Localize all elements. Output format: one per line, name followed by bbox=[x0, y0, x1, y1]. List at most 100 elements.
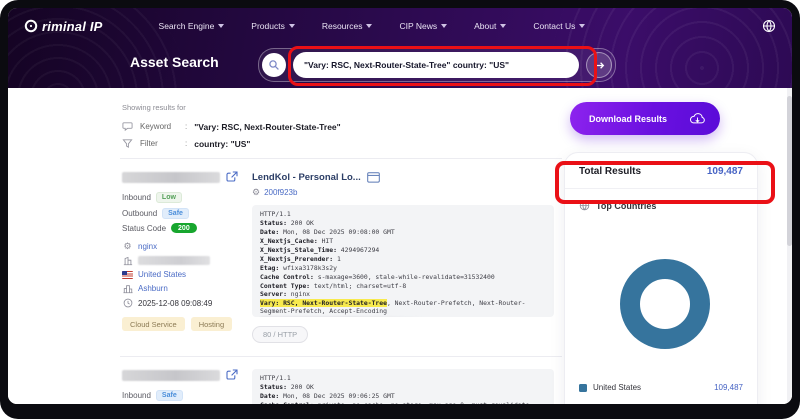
globe-icon bbox=[579, 200, 590, 211]
country-value[interactable]: United States bbox=[138, 270, 186, 279]
tag[interactable]: Hosting bbox=[191, 317, 232, 331]
chevron-down-icon bbox=[218, 24, 224, 28]
top-countries-heading: Top Countries bbox=[565, 189, 757, 211]
city-value[interactable]: Ashburn bbox=[138, 284, 168, 293]
http-header-line: Cache Control: private, no-cache, no-sto… bbox=[260, 402, 546, 404]
search-result-1: Inbound Low Outbound Safe Status Code 20… bbox=[120, 159, 562, 343]
city-icon bbox=[122, 284, 133, 294]
result-2-meta-column: Inbound Safe Outbound Safe Status Code 2… bbox=[120, 369, 252, 404]
total-results-label: Total Results bbox=[579, 166, 641, 177]
tag-list: Cloud Service Hosting bbox=[122, 317, 252, 331]
ip-address-redacted[interactable] bbox=[122, 370, 220, 381]
http-header-name: Status: bbox=[260, 383, 287, 391]
content: Showing results for Keyword : "Vary: RSC… bbox=[8, 88, 792, 404]
outbound-label: Outbound bbox=[122, 209, 157, 218]
nav-item-search-engine[interactable]: Search Engine bbox=[159, 21, 225, 31]
http-header-value: private, no-cache, no-store, max-age=0, … bbox=[314, 401, 529, 404]
external-link-icon[interactable] bbox=[226, 369, 238, 381]
brand-logo[interactable]: riminal IP bbox=[24, 19, 103, 34]
nav-item-about[interactable]: About bbox=[474, 21, 506, 31]
speech-bubble-icon bbox=[122, 121, 133, 132]
cloud-download-icon bbox=[689, 112, 706, 125]
city-row: Ashburn bbox=[122, 284, 252, 294]
chevron-down-icon bbox=[441, 24, 447, 28]
outbound-row: Outbound Safe bbox=[122, 208, 252, 219]
http-header-name: Server: bbox=[260, 290, 287, 298]
external-link-icon[interactable] bbox=[226, 171, 238, 183]
window-frame: riminal IP Search Engine Products Resource… bbox=[0, 0, 800, 419]
brand-logo-icon bbox=[24, 19, 38, 33]
http-header-value: Mon, 08 Dec 2025 09:06:25 GMT bbox=[279, 392, 394, 400]
http-banner-preview[interactable]: HTTP/1.1 Status: 200 OKDate: Mon, 08 Dec … bbox=[252, 205, 554, 317]
search-submit-button[interactable] bbox=[586, 52, 612, 78]
server-value[interactable]: nginx bbox=[138, 242, 157, 251]
status-code-row: Status Code 200 bbox=[122, 223, 252, 233]
result-2-detail-column: HTTP/1.1Status: 200 OKDate: Mon, 08 Dec … bbox=[252, 369, 562, 404]
organization-row bbox=[122, 256, 252, 266]
results-column: Showing results for Keyword : "Vary: RSC… bbox=[120, 103, 562, 404]
favicon-hash-value[interactable]: 200f923b bbox=[264, 188, 297, 197]
brand-logo-text: riminal IP bbox=[42, 19, 103, 34]
http-header-line: Server: nginx bbox=[260, 291, 546, 299]
legend-row-united-states[interactable]: United States 109,487 bbox=[579, 383, 743, 392]
http-header-name: Date: bbox=[260, 228, 279, 236]
filter-value: country: "US" bbox=[194, 139, 250, 149]
top-countries-donut-chart[interactable] bbox=[620, 259, 710, 349]
http-header-line: Status: 200 OK bbox=[260, 220, 546, 228]
showing-results-heading: Showing results for bbox=[122, 103, 562, 112]
nav-item-cip-news[interactable]: CIP News bbox=[399, 21, 447, 31]
nav-item-contact-us[interactable]: Contact Us bbox=[533, 21, 585, 31]
download-results-label: Download Results bbox=[589, 114, 667, 124]
search-icon[interactable] bbox=[262, 53, 286, 77]
http-header-value: 200 OK bbox=[287, 383, 314, 391]
status-code-badge: 200 bbox=[171, 223, 197, 233]
screenshot-window-icon[interactable] bbox=[367, 172, 380, 183]
keyword-label: Keyword bbox=[140, 122, 178, 131]
http-header-value: wfixa3178k3s2y bbox=[279, 264, 337, 272]
http-header-name: X_Nextjs_Prerender: bbox=[260, 255, 333, 263]
nav-item-label: Products bbox=[251, 21, 285, 31]
screenshot: riminal IP Search Engine Products Resource… bbox=[0, 0, 800, 419]
search-query-text: "Vary: RSC, Next-Router-State-Tree" coun… bbox=[304, 60, 509, 70]
inbound-label: Inbound bbox=[122, 391, 151, 400]
http-header-line: X_Nextjs_Cache: HIT bbox=[260, 238, 546, 246]
scrollbar-track[interactable] bbox=[787, 88, 792, 404]
tag[interactable]: Cloud Service bbox=[122, 317, 185, 331]
http-header-name: Status: bbox=[260, 219, 287, 227]
scrollbar-thumb[interactable] bbox=[787, 96, 792, 246]
keyword-value: "Vary: RSC, Next-Router-State-Tree" bbox=[194, 122, 340, 132]
http-header-name: Cache Control: bbox=[260, 401, 314, 404]
chevron-down-icon bbox=[366, 24, 372, 28]
download-results-button[interactable]: Download Results bbox=[570, 102, 720, 135]
keyword-separator: : bbox=[185, 122, 187, 131]
nav-menu: Search Engine Products Resources CIP News Ab… bbox=[159, 21, 586, 31]
result-title-link[interactable]: LendKol - Personal Lo... bbox=[252, 172, 361, 183]
favicon-gear-icon: ⚙ bbox=[252, 188, 260, 197]
nav-item-products[interactable]: Products bbox=[251, 21, 295, 31]
http-header-line: Date: Mon, 08 Dec 2025 09:08:00 GMT bbox=[260, 229, 546, 237]
header-banner: riminal IP Search Engine Products Resource… bbox=[8, 8, 792, 88]
nav-item-resources[interactable]: Resources bbox=[322, 21, 373, 31]
nav-item-label: Contact Us bbox=[533, 21, 575, 31]
top-nav: riminal IP Search Engine Products Resource… bbox=[24, 14, 776, 38]
http-header-line: Content Type: text/html; charset=utf-8 bbox=[260, 283, 546, 291]
total-results-value[interactable]: 109,487 bbox=[707, 166, 743, 177]
http-header-line: Vary: RSC, Next-Router-State-Tree, Next-… bbox=[260, 300, 546, 315]
http-header-name: Date: bbox=[260, 392, 279, 400]
port-protocol-chip[interactable]: 80 / HTTP bbox=[252, 326, 308, 343]
asset-search-bar[interactable]: "Vary: RSC, Next-Router-State-Tree" coun… bbox=[258, 48, 616, 82]
http-header-name: Etag: bbox=[260, 264, 279, 272]
nav-item-label: CIP News bbox=[399, 21, 437, 31]
legend-value: 109,487 bbox=[714, 383, 743, 392]
language-globe-icon[interactable] bbox=[762, 19, 776, 33]
http-banner-preview[interactable]: HTTP/1.1Status: 200 OKDate: Mon, 08 Dec … bbox=[252, 369, 554, 404]
total-results-card: Total Results 109,487 Top Countries bbox=[564, 152, 758, 404]
ip-address-redacted[interactable] bbox=[122, 172, 220, 183]
http-header-value: HTTP/1.1 bbox=[260, 210, 291, 218]
search-input[interactable]: "Vary: RSC, Next-Router-State-Tree" coun… bbox=[293, 52, 579, 78]
http-header-name: X_Nextjs_Cache: bbox=[260, 237, 318, 245]
http-header-name: Cache Control: bbox=[260, 273, 314, 281]
top-countries-label: Top Countries bbox=[596, 201, 656, 211]
clock-icon bbox=[122, 298, 133, 308]
result-1-detail-column: LendKol - Personal Lo... ⚙ 200f923b bbox=[252, 171, 562, 343]
